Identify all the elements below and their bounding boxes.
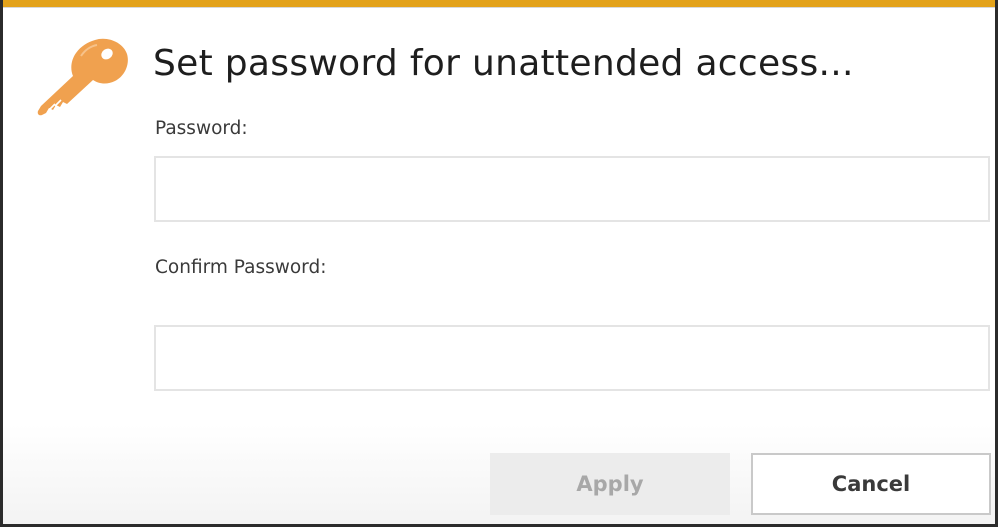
- password-label: Password:: [155, 118, 248, 139]
- set-password-dialog: Set password for unattended access... Pa…: [0, 0, 998, 527]
- key-icon: [33, 36, 133, 131]
- cancel-button[interactable]: Cancel: [751, 453, 991, 515]
- dialog-title: Set password for unattended access...: [153, 43, 854, 84]
- accent-bar: [3, 0, 995, 7]
- confirm-password-label: Confirm Password:: [155, 257, 327, 278]
- apply-button[interactable]: Apply: [490, 453, 730, 515]
- divider: [3, 7, 995, 8]
- password-field[interactable]: [154, 156, 990, 222]
- confirm-password-field[interactable]: [154, 325, 990, 391]
